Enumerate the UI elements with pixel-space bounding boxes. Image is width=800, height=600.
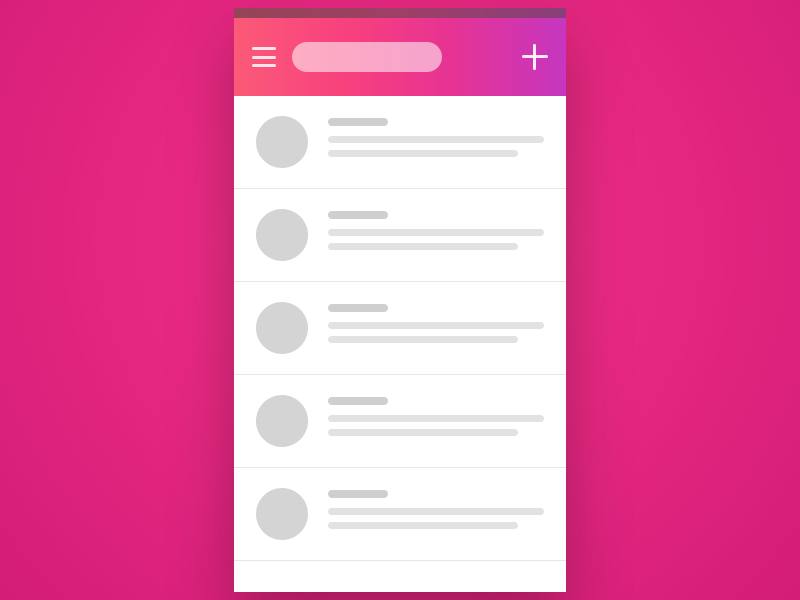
- list-item-title: [328, 304, 388, 312]
- list-item-content: [328, 209, 544, 257]
- list-item-line: [328, 322, 544, 329]
- search-input[interactable]: [292, 42, 442, 72]
- list-item-content: [328, 395, 544, 443]
- avatar: [256, 302, 308, 354]
- list-item-content: [328, 116, 544, 164]
- list-item-line: [328, 243, 518, 250]
- avatar: [256, 395, 308, 447]
- list-item-line: [328, 150, 518, 157]
- list-item-title: [328, 397, 388, 405]
- list-item-content: [328, 488, 544, 536]
- hamburger-icon[interactable]: [252, 47, 276, 67]
- list-item-content: [328, 302, 544, 350]
- status-bar: [234, 8, 566, 18]
- avatar: [256, 209, 308, 261]
- app-bar: [234, 18, 566, 96]
- list-item-line: [328, 229, 544, 236]
- list-item[interactable]: [234, 375, 566, 468]
- list-item-title: [328, 490, 388, 498]
- feed-list: [234, 96, 566, 561]
- list-item-line: [328, 415, 544, 422]
- list-item-line: [328, 136, 544, 143]
- list-item[interactable]: [234, 189, 566, 282]
- avatar: [256, 488, 308, 540]
- list-item-title: [328, 118, 388, 126]
- list-item[interactable]: [234, 96, 566, 189]
- list-item-line: [328, 522, 518, 529]
- list-item-title: [328, 211, 388, 219]
- device-frame: [234, 8, 566, 592]
- list-item-line: [328, 508, 544, 515]
- list-item-line: [328, 336, 518, 343]
- list-item[interactable]: [234, 282, 566, 375]
- avatar: [256, 116, 308, 168]
- list-item[interactable]: [234, 468, 566, 561]
- plus-icon[interactable]: [522, 44, 548, 70]
- list-item-line: [328, 429, 518, 436]
- background: [0, 0, 800, 600]
